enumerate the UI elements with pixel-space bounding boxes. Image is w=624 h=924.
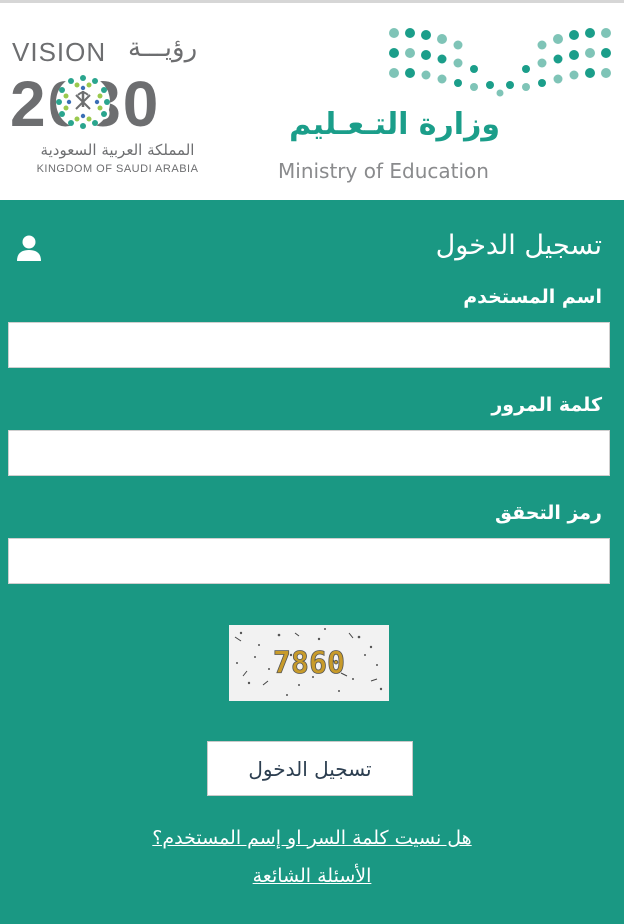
ministry-en-text: Ministry of Education — [278, 159, 489, 183]
ministry-logo: وزارة التـعـليم Ministry of Education — [270, 21, 618, 191]
username-label: اسم المستخدم — [463, 286, 602, 308]
user-icon — [17, 235, 41, 261]
captcha-image: 7860 — [229, 625, 389, 701]
kingdom-en-text: KINGDOM OF SAUDI ARABIA — [36, 163, 199, 175]
kingdom-ar-text: المملكة العربية السعودية — [40, 141, 195, 159]
username-input[interactable] — [8, 322, 610, 368]
faq-link[interactable]: الأسئلة الشائعة — [0, 865, 624, 887]
captcha-label: رمز التحقق — [494, 502, 602, 524]
login-title: تسجيل الدخول — [435, 230, 602, 261]
vision-en-text: VISION — [12, 37, 107, 67]
ministry-dots-icon — [389, 28, 611, 97]
header: VISION رؤيـــة 2030 المملكة العربية — [0, 3, 624, 200]
captcha-input[interactable] — [8, 538, 610, 584]
captcha-text: 7860 — [273, 646, 345, 681]
vision-ar-text: رؤيـــة — [128, 33, 198, 63]
saudi-emblem-icon — [56, 75, 110, 129]
password-input[interactable] — [8, 430, 610, 476]
forgot-credentials-link[interactable]: هل نسيت كلمة السر او إسم المستخدم؟ — [0, 827, 624, 849]
vision-2030-logo: VISION رؤيـــة 2030 المملكة العربية — [10, 33, 230, 183]
ministry-ar-text: وزارة التـعـليم — [289, 107, 500, 142]
password-label: كلمة المرور — [491, 394, 602, 416]
login-button[interactable]: تسجيل الدخول — [207, 741, 413, 796]
login-panel: تسجيل الدخول اسم المستخدم كلمة المرور رم… — [0, 200, 624, 924]
